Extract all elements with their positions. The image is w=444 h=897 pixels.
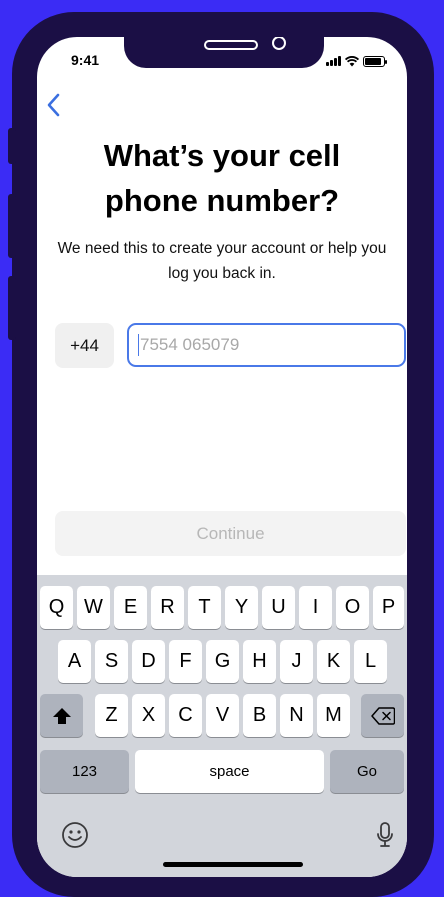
key-h[interactable]: H (243, 640, 276, 683)
space-key[interactable]: space (135, 750, 324, 793)
key-a[interactable]: A (58, 640, 91, 683)
key-t[interactable]: T (188, 586, 221, 629)
battery-icon (363, 55, 387, 67)
key-o[interactable]: O (336, 586, 369, 629)
device-side-button (8, 276, 16, 340)
key-v[interactable]: V (206, 694, 239, 737)
status-time: 9:41 (71, 52, 100, 68)
device-side-button (8, 194, 16, 258)
home-indicator (163, 862, 303, 867)
phone-screen: 9:41 What’s your cell phone number? We n… (37, 37, 407, 877)
chevron-left-icon[interactable] (43, 91, 65, 119)
key-q[interactable]: Q (40, 586, 73, 629)
camera-icon (272, 37, 286, 50)
keyboard: Q W E R T Y U I O P A S D F G H J K L Z … (37, 575, 407, 877)
speaker-icon (204, 40, 258, 50)
shift-key[interactable] (40, 694, 83, 737)
key-x[interactable]: X (132, 694, 165, 737)
delete-key[interactable] (361, 694, 404, 737)
key-c[interactable]: C (169, 694, 202, 737)
key-l[interactable]: L (354, 640, 387, 683)
key-k[interactable]: K (317, 640, 350, 683)
key-b[interactable]: B (243, 694, 276, 737)
emoji-icon[interactable] (61, 821, 89, 849)
country-code-button[interactable]: +44 (55, 323, 114, 368)
continue-button[interactable]: Continue (55, 511, 406, 556)
device-side-button (8, 128, 16, 164)
signal-icon (326, 56, 341, 66)
wifi-icon (345, 55, 359, 66)
key-f[interactable]: F (169, 640, 202, 683)
text-caret (138, 334, 139, 356)
go-key[interactable]: Go (330, 750, 404, 793)
microphone-icon[interactable] (375, 821, 395, 851)
key-z[interactable]: Z (95, 694, 128, 737)
status-icons (326, 55, 387, 67)
key-g[interactable]: G (206, 640, 239, 683)
page-title: What’s your cell phone number? (103, 138, 341, 218)
key-s[interactable]: S (95, 640, 128, 683)
backspace-icon (370, 706, 395, 725)
key-e[interactable]: E (114, 586, 147, 629)
numbers-key[interactable]: 123 (40, 750, 129, 793)
key-y[interactable]: Y (225, 586, 258, 629)
phone-number-input[interactable] (127, 323, 406, 367)
key-u[interactable]: U (262, 586, 295, 629)
key-p[interactable]: P (373, 586, 404, 629)
key-r[interactable]: R (151, 586, 184, 629)
shift-icon (52, 707, 71, 724)
key-d[interactable]: D (132, 640, 165, 683)
key-i[interactable]: I (299, 586, 332, 629)
key-w[interactable]: W (77, 586, 110, 629)
key-m[interactable]: M (317, 694, 350, 737)
notch (124, 37, 324, 68)
key-j[interactable]: J (280, 640, 313, 683)
key-n[interactable]: N (280, 694, 313, 737)
page-subtitle: We need this to create your account or h… (57, 240, 387, 282)
